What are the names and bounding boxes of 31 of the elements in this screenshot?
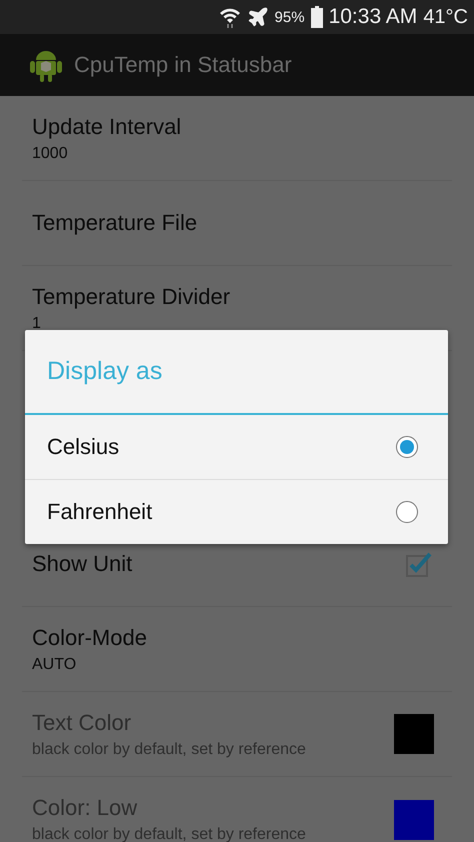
preference-item[interactable]: Update Interval 1000 (22, 96, 452, 181)
wifi-icon (218, 6, 241, 28)
preference-title: Text Color (32, 710, 132, 736)
radio-button[interactable] (396, 501, 418, 523)
preference-title: Color-Mode (32, 624, 147, 650)
option-label: Fahrenheit (47, 499, 152, 525)
radio-button[interactable] (396, 436, 418, 458)
preference-summary: black color by default, set by reference (32, 740, 306, 758)
airplane-mode-icon (246, 6, 269, 28)
clock: 10:33 AM (328, 5, 418, 29)
cpu-temperature: 41°C (423, 6, 468, 28)
preference-item[interactable]: Color-Mode AUTO (22, 607, 452, 692)
preference-title: Color: Low (32, 795, 138, 821)
preference-item[interactable]: Temperature File (22, 181, 452, 266)
preference-summary: 1000 (32, 144, 69, 162)
preference-summary: AUTO (32, 656, 78, 674)
preference-title: Temperature File (32, 210, 198, 236)
preference-summary: black color by default, set by reference (32, 826, 306, 842)
preference-summary: 1 (32, 314, 42, 332)
option-label: Celsius (47, 434, 120, 460)
checkbox[interactable] (406, 551, 432, 577)
battery-icon (310, 6, 323, 28)
app-title: CpuTemp in Statusbar (74, 52, 292, 78)
battery-level: 95% (274, 8, 305, 26)
android-app-icon (30, 48, 62, 82)
preference-title: Temperature Divider (32, 284, 230, 310)
radio-option[interactable]: Celsius (25, 415, 448, 479)
preference-title: Show Unit (32, 551, 132, 577)
radio-option[interactable]: Fahrenheit (25, 479, 448, 544)
dialog-title: Display as (47, 357, 162, 386)
preference-title: Update Interval (32, 114, 182, 140)
